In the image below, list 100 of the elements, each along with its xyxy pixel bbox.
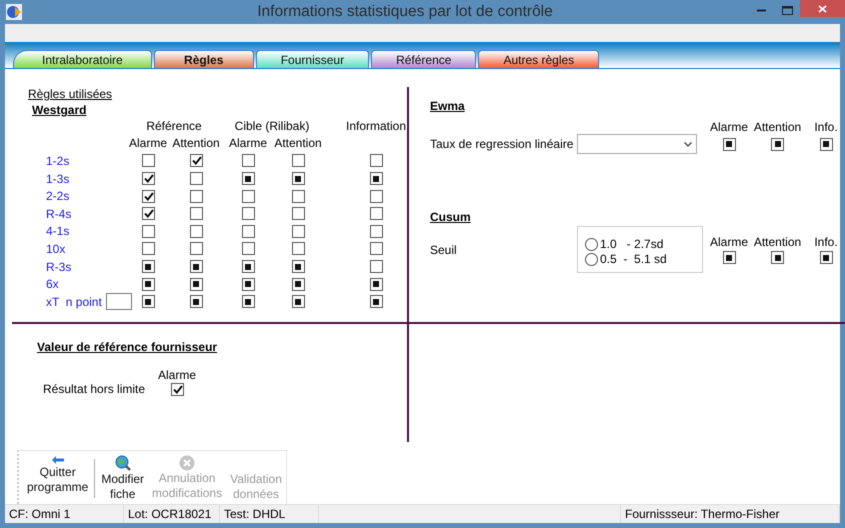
checkbox[interactable]	[190, 207, 202, 220]
checkbox[interactable]	[370, 242, 382, 256]
checkbox[interactable]	[370, 260, 382, 274]
column-header: Attention	[754, 120, 802, 134]
status-field: CF: Omni 1	[5, 505, 124, 523]
checkbox[interactable]	[242, 278, 254, 291]
field-label: Seuil	[430, 242, 457, 256]
rule-label: R-3s	[46, 260, 72, 274]
field-label: Taux de regression linéaire	[430, 137, 574, 151]
rule-label: 1-3s	[46, 172, 70, 186]
rule-label: 4-1s	[46, 224, 70, 238]
column-header: Alarme	[710, 120, 748, 134]
checkbox[interactable]	[242, 260, 254, 274]
section-heading: Cusum	[430, 210, 471, 224]
rule-label: 2-2s	[46, 189, 70, 204]
checkbox[interactable]	[242, 190, 254, 203]
checkbox[interactable]	[142, 295, 154, 308]
column-group-header: Référence	[146, 118, 202, 133]
checkbox[interactable]	[242, 295, 254, 308]
checkbox[interactable]	[190, 260, 202, 274]
checkbox[interactable]	[142, 224, 154, 238]
checkbox[interactable]	[142, 278, 154, 291]
checkbox[interactable]	[370, 224, 382, 238]
column-header: Attention	[172, 136, 220, 150]
column-group-header: Information	[346, 118, 406, 133]
column-header: Alarme	[158, 368, 196, 382]
tab[interactable]: Autres règles	[478, 50, 600, 68]
tab[interactable]: Intralaboratoire	[13, 50, 152, 68]
point-count-field[interactable]	[106, 293, 132, 310]
minimize-icon[interactable]	[756, 8, 766, 12]
checkbox[interactable]	[370, 190, 382, 203]
app-icon	[6, 4, 22, 20]
left-arrow-icon	[50, 455, 65, 465]
checkbox[interactable]	[190, 190, 202, 203]
rule-label: 1-2s	[46, 154, 70, 168]
checkbox[interactable]	[370, 295, 382, 308]
column-header: Alarme	[710, 235, 748, 249]
checkbox[interactable]	[242, 172, 254, 186]
checkbox[interactable]	[142, 260, 154, 274]
checkbox[interactable]	[292, 172, 304, 186]
checkbox[interactable]	[142, 190, 154, 203]
close-icon	[818, 4, 827, 12]
toolbar-button[interactable]: Quitter programme	[23, 455, 92, 504]
column-header: Alarme	[228, 136, 267, 150]
checkbox[interactable]	[170, 382, 184, 396]
checkbox[interactable]	[722, 138, 736, 150]
checkbox[interactable]	[190, 154, 202, 168]
checkbox[interactable]	[142, 172, 154, 186]
checkbox[interactable]	[190, 295, 202, 308]
checkbox[interactable]	[820, 138, 832, 150]
checkbox[interactable]	[292, 224, 304, 238]
radio-option[interactable]: 1.0 - 2.7sd	[585, 237, 702, 251]
checkbox[interactable]	[771, 251, 784, 264]
column-header: Info.	[814, 235, 838, 249]
checkbox[interactable]	[292, 242, 304, 256]
checkbox[interactable]	[292, 260, 304, 274]
tab[interactable]: Règles	[154, 50, 254, 68]
checkbox[interactable]	[771, 138, 784, 150]
checkbox[interactable]	[370, 172, 382, 186]
checkbox[interactable]	[370, 207, 382, 220]
checkbox[interactable]	[190, 242, 202, 256]
section-heading: Westgard	[32, 103, 86, 117]
maximize-icon[interactable]	[782, 6, 792, 14]
checkbox[interactable]	[722, 251, 736, 264]
close-button[interactable]	[800, 0, 845, 17]
checkbox[interactable]	[820, 251, 832, 264]
checkbox[interactable]	[292, 278, 304, 291]
rule-label: 10x	[46, 242, 66, 256]
checkbox[interactable]	[190, 172, 202, 186]
field-label: Résultat hors limite	[43, 382, 146, 396]
checkbox[interactable]	[292, 295, 304, 308]
checkbox[interactable]	[370, 154, 382, 168]
globe-magnifier-icon	[114, 455, 132, 472]
checkbox[interactable]	[292, 207, 304, 220]
checkbox[interactable]	[242, 207, 254, 220]
status-field: Test: DHDL	[220, 505, 319, 523]
toolbar-button[interactable]: Modifier fiche	[97, 455, 148, 504]
checkbox[interactable]	[242, 242, 254, 256]
section-heading: Valeur de référence fournisseur	[37, 340, 218, 354]
checkbox[interactable]	[242, 224, 254, 238]
checkbox[interactable]	[292, 154, 304, 168]
checkbox[interactable]	[190, 278, 202, 291]
window-title: Informations statistiques par lot de contrôle	[256, 2, 554, 21]
checkbox[interactable]	[142, 242, 154, 256]
status-field: Lot: OCR18021	[124, 505, 220, 523]
column-header: Attention	[754, 235, 802, 249]
checkbox[interactable]	[242, 154, 254, 168]
tab[interactable]: Référence	[371, 50, 476, 68]
checkbox[interactable]	[370, 278, 382, 291]
checkbox[interactable]	[142, 207, 154, 220]
rule-label: R-4s	[46, 206, 72, 221]
rules-used-link[interactable]: Règles utilisées	[28, 87, 112, 101]
checkbox[interactable]	[292, 190, 304, 203]
checkbox[interactable]	[142, 154, 154, 168]
tab[interactable]: Fournisseur	[256, 50, 370, 68]
radio-option[interactable]: 0.5 - 5.1 sd	[585, 252, 702, 266]
status-field: Fournissseur: Thermo-Fisher	[621, 505, 840, 523]
checkbox[interactable]	[190, 224, 202, 238]
column-header: Alarme	[128, 136, 167, 150]
chevron-down-icon	[684, 142, 692, 146]
